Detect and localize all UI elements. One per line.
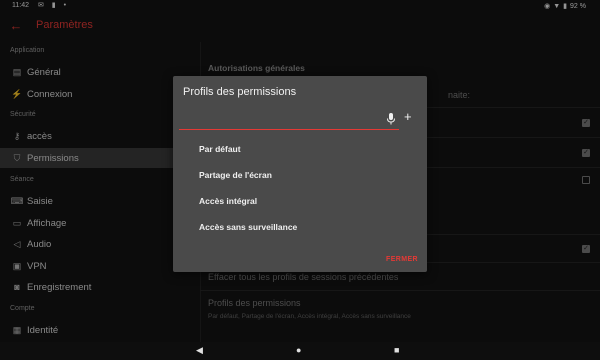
home-nav-icon[interactable]: ●	[296, 345, 301, 355]
dialog-title: Profils des permissions	[183, 86, 297, 98]
profile-option-screen-share[interactable]: Partage de l'écran	[199, 170, 272, 180]
microphone-icon[interactable]	[386, 113, 396, 125]
profile-option-full-access[interactable]: Accès intégral	[199, 196, 257, 206]
system-nav-bar: ◀ ● ■	[0, 342, 600, 360]
back-nav-icon[interactable]: ◀	[196, 345, 203, 356]
profile-option-unattended[interactable]: Accès sans surveillance	[199, 222, 297, 232]
app-screen: 11:42 ✉ ▮ • ◉ ▼ ▮ 92 % ← Paramètres Appl…	[0, 0, 600, 360]
close-button[interactable]: FERMER	[386, 256, 418, 263]
profile-name-input[interactable]	[179, 110, 399, 130]
profile-option-default[interactable]: Par défaut	[199, 144, 241, 154]
recents-nav-icon[interactable]: ■	[394, 345, 399, 355]
add-profile-icon[interactable]: +	[404, 110, 412, 124]
permission-profiles-dialog: Profils des permissions + Par défaut Par…	[173, 76, 427, 272]
